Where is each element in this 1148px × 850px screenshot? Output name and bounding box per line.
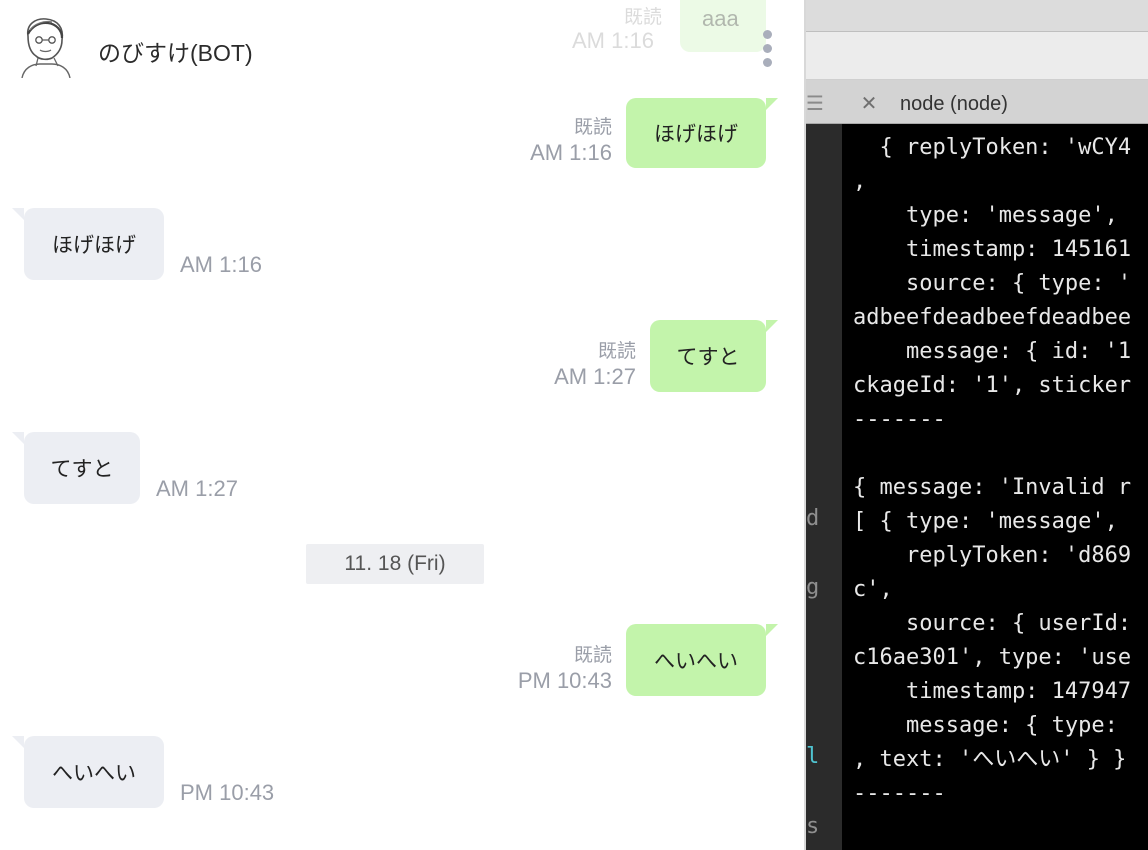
chat-header: のびすけ(BOT) [0,0,804,92]
incoming-message-bubble[interactable]: てすと [24,432,140,504]
terminal-line: c16ae301', type: 'use [853,645,1132,670]
avatar[interactable] [18,14,72,78]
message-timestamp: AM 1:16 [180,252,262,277]
message-timestamp: AM 1:27 [554,364,636,389]
terminal-line: ------- [853,407,946,432]
terminal-title-bar [806,0,1148,32]
terminal-line: { replyToken: 'wCY4 [853,135,1132,160]
terminal-line: , text: 'へいへい' } } [853,747,1127,772]
read-receipt: 既読 [597,340,636,362]
gutter-char: d [806,506,820,531]
dot-icon [763,44,772,53]
terminal-line: timestamp: 145161 [853,237,1132,262]
terminal-line: type: 'message', [853,203,1118,228]
incoming-message-bubble[interactable]: へいへい [24,736,164,808]
message-timestamp: PM 10:43 [180,780,275,805]
bubble-tail [12,432,24,444]
more-options-button[interactable] [758,26,778,72]
message-timestamp: AM 1:27 [156,476,238,501]
terminal-line: ------- [853,781,946,806]
terminal-line: , [853,169,867,194]
terminal-line: { message: 'Invalid r [853,475,1132,500]
close-icon[interactable]: ✕ [858,92,880,114]
read-receipt: 既読 [573,644,612,666]
incoming-message-bubble[interactable]: ほげほげ [24,208,164,280]
terminal-output[interactable]: { replyToken: 'wCY4, type: 'message', ti… [853,131,1148,811]
message-timestamp: PM 10:43 [517,668,612,693]
terminal-toolbar [806,32,1148,80]
terminal-line: source: { userId: [853,611,1132,636]
dot-icon [763,30,772,39]
dot-icon [763,58,772,67]
gutter-char: g [806,575,820,600]
gutter-char: s [806,814,820,839]
gutter-char: l [806,744,820,769]
outgoing-message-bubble[interactable]: へいへい [626,624,766,696]
terminal-tab-title[interactable]: node (node) [900,93,1008,116]
terminal-line: adbeefdeadbeefdeadbee [853,305,1132,330]
terminal-line: timestamp: 147947 [853,679,1132,704]
terminal-line: message: { type: [853,713,1118,738]
hamburger-menu-icon[interactable]: ☰ [806,92,828,114]
terminal-line: [ { type: 'message', [853,509,1118,534]
outgoing-message-bubble[interactable]: ほげほげ [626,98,766,168]
bubble-tail [12,736,24,748]
bubble-tail [766,320,778,332]
chat-title: のびすけ(BOT) [98,40,253,66]
bubble-tail [12,208,24,220]
bubble-tail [766,624,778,636]
read-receipt: 既読 [573,116,612,138]
chat-panel: aaa 既読 AM 1:16 のびすけ(BOT) ほげほげ 既読 AM 1:16… [0,0,806,850]
message-timestamp: AM 1:16 [530,140,612,165]
terminal-line: ckageId: '1', sticker [853,373,1132,398]
terminal-line: source: { type: ' [853,271,1132,296]
terminal-line: c', [853,577,893,602]
outgoing-message-bubble[interactable]: てすと [650,320,766,392]
date-separator: 11. 18 (Fri) [306,544,484,584]
bubble-tail [766,98,778,110]
terminal-line: replyToken: 'd869 [853,543,1132,568]
terminal-line: message: { id: '1 [853,339,1132,364]
editor-gutter: d g l s [806,124,842,850]
terminal-window: ☰ ✕ node (node) d g l s { replyToken: 'w… [806,0,1148,850]
